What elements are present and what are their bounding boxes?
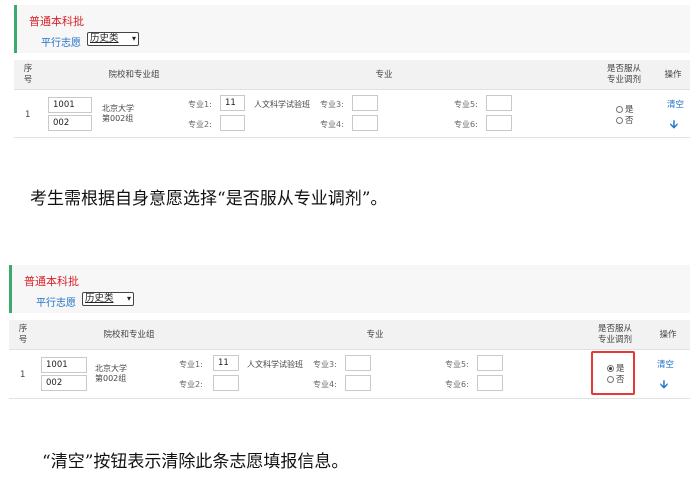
major3-input[interactable] — [352, 95, 378, 111]
chevron-down-icon: ▾ — [131, 34, 136, 43]
batch-header: 普通本科批 平行志愿 历史类 ▾ — [14, 5, 690, 53]
table-row: 1 1001 002 北京大学 第002组 专业1: 11 人文科学试验班 专业… — [9, 350, 690, 399]
arrow-down-icon[interactable]: 🡫 — [660, 376, 668, 395]
major4-label: 专业4: — [320, 120, 344, 129]
category-select[interactable]: 历史类 ▾ — [82, 292, 134, 306]
radio-circle-icon — [616, 117, 623, 124]
header-action: 操作 — [659, 330, 677, 340]
row-seq: 1 — [25, 110, 31, 120]
chevron-down-icon: ▾ — [126, 294, 131, 303]
row-seq: 1 — [20, 370, 26, 380]
batch-title: 普通本科批 — [29, 15, 84, 28]
major1-input[interactable]: 11 — [220, 95, 245, 111]
major3-label: 专业3: — [313, 360, 337, 369]
clear-button[interactable]: 清空 — [667, 98, 684, 110]
clear-button[interactable]: 清空 — [657, 358, 674, 370]
school-code-input[interactable]: 1001 — [41, 357, 87, 373]
table-row: 1 1001 002 北京大学 第002组 专业1: 11 人文科学试验班 专业… — [14, 90, 690, 138]
header-seq: 序 号 — [23, 64, 33, 85]
major2-input[interactable] — [213, 375, 239, 391]
major2-input[interactable] — [220, 115, 245, 131]
adjust-no-label: 否 — [625, 116, 634, 126]
adjust-no-radio[interactable]: 否 — [607, 373, 625, 385]
adjust-no-label: 否 — [616, 375, 625, 385]
school-name: 北京大学 第002组 — [102, 104, 134, 123]
major5-label: 专业5: — [445, 360, 469, 369]
major4-input[interactable] — [352, 115, 378, 131]
major1-name: 人文科学试验班 — [247, 360, 303, 369]
major6-input[interactable] — [486, 115, 512, 131]
major4-label: 专业4: — [313, 380, 337, 389]
mode-label: 平行志愿 — [36, 298, 76, 309]
school-name: 北京大学 第002组 — [95, 364, 127, 383]
school-code-input[interactable]: 1001 — [48, 97, 92, 113]
group-code-input[interactable]: 002 — [41, 375, 87, 391]
header-seq: 序 号 — [18, 324, 28, 345]
batch-header: 普通本科批 平行志愿 历史类 ▾ — [9, 265, 690, 313]
header-school: 院校和专业组 — [108, 70, 160, 80]
major1-label: 专业1: — [188, 100, 212, 109]
header-adjust: 是否服从 专业调剂 — [597, 324, 632, 345]
header-major: 专业 — [366, 330, 384, 340]
radio-circle-icon — [607, 376, 614, 383]
major4-input[interactable] — [345, 375, 371, 391]
arrow-down-icon[interactable]: 🡫 — [670, 116, 678, 135]
caption-clear-tip: “清空”按钮表示清除此条志愿填报信息。 — [42, 452, 349, 472]
caption-adjust-tip: 考生需根据自身意愿选择“是否服从专业调剂”。 — [30, 189, 388, 209]
batch-title: 普通本科批 — [24, 275, 79, 288]
header-adjust: 是否服从 专业调剂 — [606, 64, 641, 85]
volunteer-form-panel-1: 普通本科批 平行志愿 历史类 ▾ 序 号 院校和专业组 专业 是否服从 专业调剂… — [0, 0, 695, 140]
major5-input[interactable] — [486, 95, 512, 111]
header-major: 专业 — [375, 70, 393, 80]
category-select[interactable]: 历史类 ▾ — [87, 32, 139, 46]
category-select-value: 历史类 — [90, 33, 119, 44]
radio-checked-icon — [607, 365, 614, 372]
mode-label: 平行志愿 — [41, 38, 81, 49]
major3-label: 专业3: — [320, 100, 344, 109]
major2-label: 专业2: — [188, 120, 212, 129]
table-header: 序 号 院校和专业组 专业 是否服从 专业调剂 操作 — [14, 60, 690, 90]
table-header: 序 号 院校和专业组 专业 是否服从 专业调剂 操作 — [9, 320, 690, 350]
major1-name: 人文科学试验班 — [254, 100, 310, 109]
major1-label: 专业1: — [179, 360, 203, 369]
major5-label: 专业5: — [454, 100, 478, 109]
major3-input[interactable] — [345, 355, 371, 371]
header-action: 操作 — [664, 70, 682, 80]
major2-label: 专业2: — [179, 380, 203, 389]
major6-input[interactable] — [477, 375, 503, 391]
major1-input[interactable]: 11 — [213, 355, 239, 371]
header-school: 院校和专业组 — [103, 330, 155, 340]
major6-label: 专业6: — [445, 380, 469, 389]
category-select-value: 历史类 — [85, 293, 114, 304]
major6-label: 专业6: — [454, 120, 478, 129]
radio-circle-icon — [616, 106, 623, 113]
major5-input[interactable] — [477, 355, 503, 371]
group-code-input[interactable]: 002 — [48, 115, 92, 131]
volunteer-form-panel-2: 普通本科批 平行志愿 历史类 ▾ 序 号 院校和专业组 专业 是否服从 专业调剂… — [0, 264, 695, 401]
adjust-no-radio[interactable]: 否 — [616, 114, 634, 126]
